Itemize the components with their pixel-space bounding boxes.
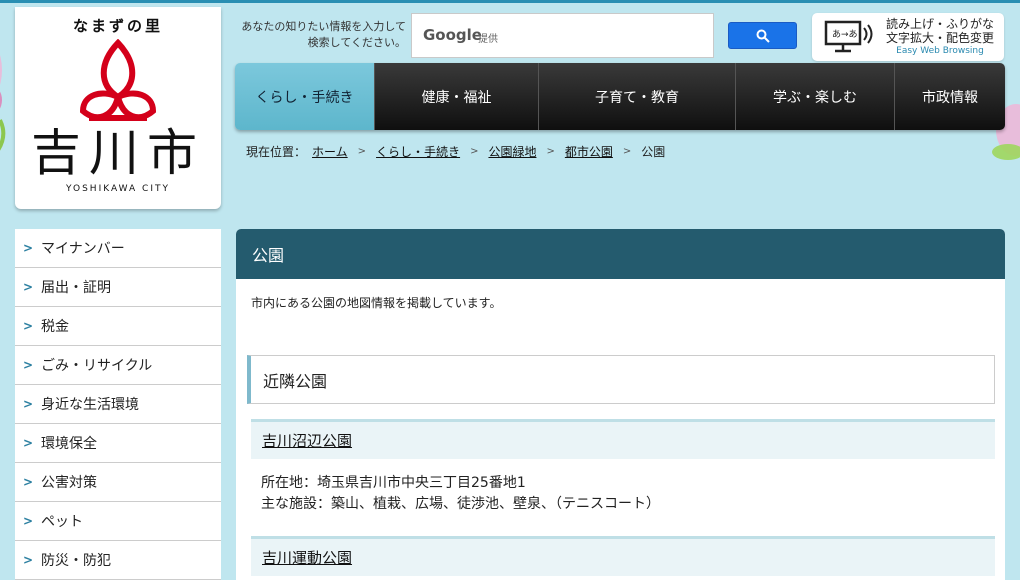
- side-item-bosai[interactable]: > 防災・防犯: [15, 541, 221, 580]
- side-item-pet[interactable]: > ペット: [15, 502, 221, 541]
- city-emblem-icon: [79, 39, 157, 121]
- park-link[interactable]: 吉川沼辺公園: [262, 430, 352, 451]
- chevron-right-icon: >: [22, 358, 34, 372]
- logo-kana: なまずの里: [72, 17, 163, 35]
- chevron-right-icon: >: [357, 146, 367, 157]
- side-item-seikatsu[interactable]: > 身近な生活環境: [15, 385, 221, 424]
- chevron-right-icon: >: [622, 146, 632, 157]
- nav-item-kosodate[interactable]: 子育て・教育: [538, 63, 735, 130]
- breadcrumb-link-kurashi[interactable]: くらし・手続き: [376, 143, 460, 160]
- side-item-todokede[interactable]: > 届出・証明: [15, 268, 221, 307]
- side-menu: > マイナンバー > 届出・証明 > 税金 > ごみ・リサイクル > 身近な生活環境 > 環…: [15, 229, 221, 580]
- chevron-right-icon: >: [22, 280, 34, 294]
- logo-roman: YOSHIKAWA CITY: [66, 184, 170, 194]
- breadcrumb-link-parks-green[interactable]: 公園緑地: [488, 143, 536, 160]
- top-accent-line: [0, 0, 1020, 3]
- search-input[interactable]: Google 提供: [411, 13, 714, 58]
- page-description: 市内にある公園の地図情報を掲載しています。: [251, 296, 502, 310]
- side-item-kankyo[interactable]: > 環境保全: [15, 424, 221, 463]
- monitor-speech-icon: あ→あ: [824, 20, 873, 53]
- main-content: 公園 市内にある公園の地図情報を掲載しています。 近隣公園 吉川沼辺公園 所在地…: [236, 229, 1005, 580]
- chevron-right-icon: >: [470, 146, 479, 157]
- chevron-right-icon: >: [22, 319, 34, 333]
- park-info: 所在地：埼玉県吉川市中央三丁目25番地1 主な施設：築山、植栽、広場、徒渉池、壁…: [261, 473, 660, 515]
- chevron-right-icon: >: [22, 475, 34, 489]
- side-item-mynumber[interactable]: > マイナンバー: [15, 229, 221, 268]
- nav-item-kenko[interactable]: 健康・福祉: [374, 63, 538, 130]
- search-label: あなたの知りたい情報を入力して 検索してください。: [241, 20, 406, 49]
- nav-item-shisei[interactable]: 市政情報: [894, 63, 1005, 130]
- google-brand: Google: [423, 26, 482, 44]
- chevron-right-icon: >: [546, 146, 555, 157]
- nav-item-kurashi[interactable]: くらし・手続き: [235, 63, 374, 130]
- ewb-line2: 文字拡大・配色変更: [885, 31, 994, 45]
- city-logo[interactable]: なまずの里 吉川市 YOSHIKAWA CITY: [15, 7, 221, 209]
- park-heading: 吉川沼辺公園: [251, 419, 995, 459]
- svg-text:あ→あ: あ→あ: [832, 29, 858, 40]
- flower-decoration-left: [0, 55, 6, 151]
- search-button[interactable]: [728, 22, 797, 49]
- chevron-right-icon: >: [22, 397, 34, 411]
- chevron-right-icon: >: [22, 514, 34, 528]
- breadcrumb-link-city-parks[interactable]: 都市公園: [565, 143, 613, 160]
- logo-kanji: 吉川市: [31, 124, 205, 182]
- side-item-gomi[interactable]: > ごみ・リサイクル: [15, 346, 221, 385]
- park-facilities: 主な施設：築山、植栽、広場、徒渉池、壁泉、（テニスコート）: [261, 496, 660, 512]
- side-item-zeikin[interactable]: > 税金: [15, 307, 221, 346]
- chevron-right-icon: >: [22, 436, 34, 450]
- chevron-right-icon: >: [22, 553, 34, 567]
- ewb-line3: Easy Web Browsing: [896, 46, 984, 56]
- search-icon: [756, 29, 770, 43]
- park-heading: 吉川運動公園: [251, 536, 995, 576]
- main-nav: くらし・手続き 健康・福祉 子育て・教育 学ぶ・楽しむ 市政情報: [235, 63, 1005, 130]
- ewb-line1: 読み上げ・ふりがな: [885, 17, 994, 31]
- breadcrumb: 現在位置： ホーム > くらし・手続き > 公園緑地 > 都市公園 > 公園: [246, 143, 665, 160]
- provided-label: 提供: [478, 34, 498, 45]
- page-title: 公園: [236, 229, 1005, 279]
- breadcrumb-current: 公園: [641, 145, 666, 159]
- chevron-right-icon: >: [22, 241, 34, 255]
- park-address: 所在地：埼玉県吉川市中央三丁目25番地1: [261, 475, 526, 491]
- breadcrumb-prefix: 現在位置：: [246, 145, 307, 159]
- nav-item-manabu[interactable]: 学ぶ・楽しむ: [735, 63, 894, 130]
- breadcrumb-link-home[interactable]: ホーム: [312, 143, 348, 160]
- easy-web-browsing-button[interactable]: あ→あ 読み上げ・ふりがな 文字拡大・配色変更 Easy Web Browsin…: [812, 13, 1004, 61]
- side-item-kogai[interactable]: > 公害対策: [15, 463, 221, 502]
- section-heading: 近隣公園: [247, 355, 995, 404]
- park-link[interactable]: 吉川運動公園: [262, 547, 352, 568]
